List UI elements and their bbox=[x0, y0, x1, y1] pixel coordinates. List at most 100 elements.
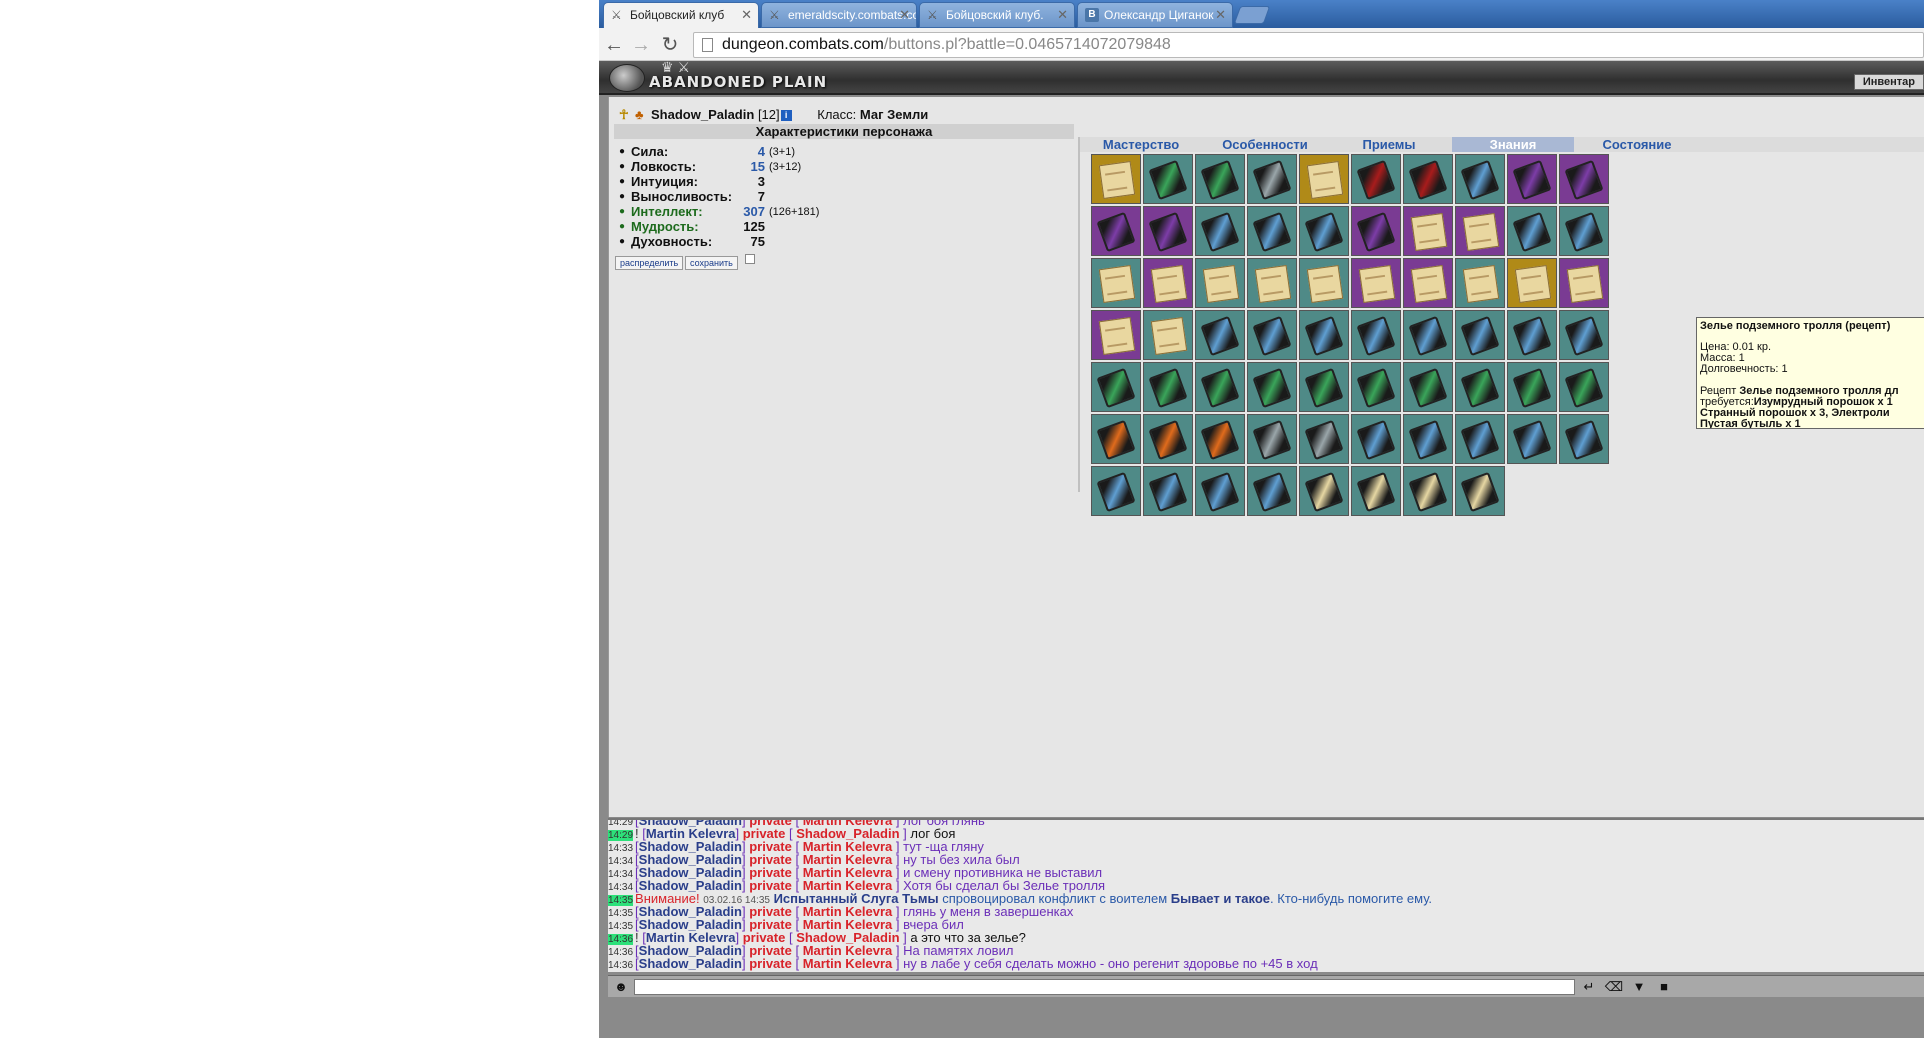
knowledge-item[interactable] bbox=[1091, 154, 1141, 204]
knowledge-item[interactable] bbox=[1143, 362, 1193, 412]
knowledge-item[interactable] bbox=[1507, 362, 1557, 412]
knowledge-item[interactable] bbox=[1143, 466, 1193, 516]
knowledge-item[interactable] bbox=[1559, 362, 1609, 412]
inventory-button[interactable]: Инвентар bbox=[1853, 74, 1924, 90]
knowledge-item[interactable] bbox=[1195, 362, 1245, 412]
knowledge-item[interactable] bbox=[1299, 466, 1349, 516]
info-icon[interactable]: i bbox=[780, 110, 792, 122]
knowledge-item[interactable] bbox=[1351, 414, 1401, 464]
knowledge-item[interactable] bbox=[1403, 258, 1453, 308]
close-icon[interactable]: ✕ bbox=[1215, 7, 1226, 23]
knowledge-item[interactable] bbox=[1351, 154, 1401, 204]
knowledge-item[interactable] bbox=[1351, 362, 1401, 412]
knowledge-item[interactable] bbox=[1091, 466, 1141, 516]
knowledge-item[interactable] bbox=[1195, 206, 1245, 256]
knowledge-item[interactable] bbox=[1455, 414, 1505, 464]
filter-icon[interactable]: ▼ bbox=[1629, 978, 1649, 996]
tab-features[interactable]: Особенности bbox=[1204, 137, 1326, 152]
browser-tab-1[interactable]: ⚔ Бойцовский клуб ✕ bbox=[603, 2, 759, 28]
new-tab-button[interactable] bbox=[1233, 6, 1271, 24]
knowledge-item[interactable] bbox=[1143, 154, 1193, 204]
knowledge-item[interactable] bbox=[1247, 310, 1297, 360]
knowledge-item[interactable] bbox=[1351, 206, 1401, 256]
close-icon[interactable]: ✕ bbox=[1057, 7, 1068, 23]
knowledge-item[interactable] bbox=[1247, 206, 1297, 256]
reload-icon[interactable]: ↻ bbox=[659, 34, 681, 56]
knowledge-item[interactable] bbox=[1455, 362, 1505, 412]
knowledge-item[interactable] bbox=[1403, 414, 1453, 464]
knowledge-item[interactable] bbox=[1455, 206, 1505, 256]
knowledge-item[interactable] bbox=[1195, 466, 1245, 516]
knowledge-item[interactable] bbox=[1559, 310, 1609, 360]
knowledge-item[interactable] bbox=[1247, 414, 1297, 464]
distribute-button[interactable]: распределить bbox=[615, 256, 684, 270]
knowledge-item[interactable] bbox=[1247, 154, 1297, 204]
tab-techniques[interactable]: Приемы bbox=[1328, 137, 1450, 152]
knowledge-item[interactable] bbox=[1143, 258, 1193, 308]
tab-state[interactable]: Состояние bbox=[1576, 137, 1698, 152]
close-icon[interactable]: ✕ bbox=[899, 7, 910, 23]
knowledge-item[interactable] bbox=[1403, 466, 1453, 516]
save-checkbox[interactable] bbox=[745, 254, 755, 264]
save-log-icon[interactable]: ■ bbox=[1654, 978, 1674, 996]
browser-tab-3[interactable]: ⚔ Бойцовский клуб. ✕ bbox=[919, 2, 1075, 28]
knowledge-item[interactable] bbox=[1091, 414, 1141, 464]
location-title: ABANDONED PLAIN bbox=[649, 73, 828, 91]
knowledge-item[interactable] bbox=[1091, 310, 1141, 360]
knowledge-item[interactable] bbox=[1455, 258, 1505, 308]
knowledge-item[interactable] bbox=[1455, 310, 1505, 360]
knowledge-item[interactable] bbox=[1091, 206, 1141, 256]
back-icon[interactable]: ← bbox=[603, 34, 625, 56]
knowledge-item[interactable] bbox=[1195, 154, 1245, 204]
knowledge-item[interactable] bbox=[1559, 154, 1609, 204]
knowledge-item[interactable] bbox=[1507, 310, 1557, 360]
knowledge-item[interactable] bbox=[1455, 466, 1505, 516]
knowledge-item[interactable] bbox=[1299, 258, 1349, 308]
knowledge-item[interactable] bbox=[1195, 310, 1245, 360]
knowledge-item[interactable] bbox=[1195, 258, 1245, 308]
knowledge-item[interactable] bbox=[1143, 206, 1193, 256]
knowledge-item[interactable] bbox=[1299, 154, 1349, 204]
knowledge-item[interactable] bbox=[1559, 414, 1609, 464]
knowledge-item[interactable] bbox=[1299, 310, 1349, 360]
knowledge-item[interactable] bbox=[1091, 362, 1141, 412]
vk-icon: B bbox=[1085, 8, 1099, 22]
knowledge-item[interactable] bbox=[1299, 362, 1349, 412]
knowledge-item[interactable] bbox=[1299, 414, 1349, 464]
character-name[interactable]: Shadow_Paladin bbox=[651, 107, 754, 122]
save-button[interactable]: сохранить bbox=[685, 256, 738, 270]
smiley-icon[interactable]: ☻ bbox=[611, 978, 631, 996]
knowledge-item[interactable] bbox=[1351, 258, 1401, 308]
knowledge-item[interactable] bbox=[1247, 258, 1297, 308]
knowledge-item[interactable] bbox=[1299, 206, 1349, 256]
knowledge-item[interactable] bbox=[1195, 414, 1245, 464]
forward-icon[interactable]: → bbox=[630, 34, 652, 56]
knowledge-item[interactable] bbox=[1559, 258, 1609, 308]
knowledge-item[interactable] bbox=[1559, 206, 1609, 256]
knowledge-item[interactable] bbox=[1403, 154, 1453, 204]
knowledge-item[interactable] bbox=[1351, 466, 1401, 516]
knowledge-item[interactable] bbox=[1143, 310, 1193, 360]
address-bar[interactable]: dungeon.combats.com/buttons.pl?battle=0.… bbox=[693, 32, 1924, 58]
tab-knowledge[interactable]: Знания bbox=[1452, 137, 1574, 152]
chat-input[interactable] bbox=[634, 979, 1575, 995]
send-icon[interactable]: ↵ bbox=[1579, 978, 1599, 996]
knowledge-item[interactable] bbox=[1507, 414, 1557, 464]
tab-mastery[interactable]: Мастерство bbox=[1080, 137, 1202, 152]
knowledge-item[interactable] bbox=[1403, 362, 1453, 412]
browser-tab-2[interactable]: ⚔ emeraldscity.combats.com ✕ bbox=[761, 2, 917, 28]
knowledge-item[interactable] bbox=[1455, 154, 1505, 204]
knowledge-item[interactable] bbox=[1507, 154, 1557, 204]
knowledge-item[interactable] bbox=[1351, 310, 1401, 360]
close-icon[interactable]: ✕ bbox=[741, 7, 752, 23]
knowledge-item[interactable] bbox=[1143, 414, 1193, 464]
knowledge-item[interactable] bbox=[1247, 362, 1297, 412]
knowledge-item[interactable] bbox=[1507, 258, 1557, 308]
clear-icon[interactable]: ⌫ bbox=[1604, 978, 1624, 996]
knowledge-item[interactable] bbox=[1403, 206, 1453, 256]
knowledge-item[interactable] bbox=[1247, 466, 1297, 516]
knowledge-item[interactable] bbox=[1403, 310, 1453, 360]
knowledge-item[interactable] bbox=[1507, 206, 1557, 256]
browser-tab-4[interactable]: B Олександр Циганок ✕ bbox=[1077, 2, 1233, 28]
knowledge-item[interactable] bbox=[1091, 258, 1141, 308]
